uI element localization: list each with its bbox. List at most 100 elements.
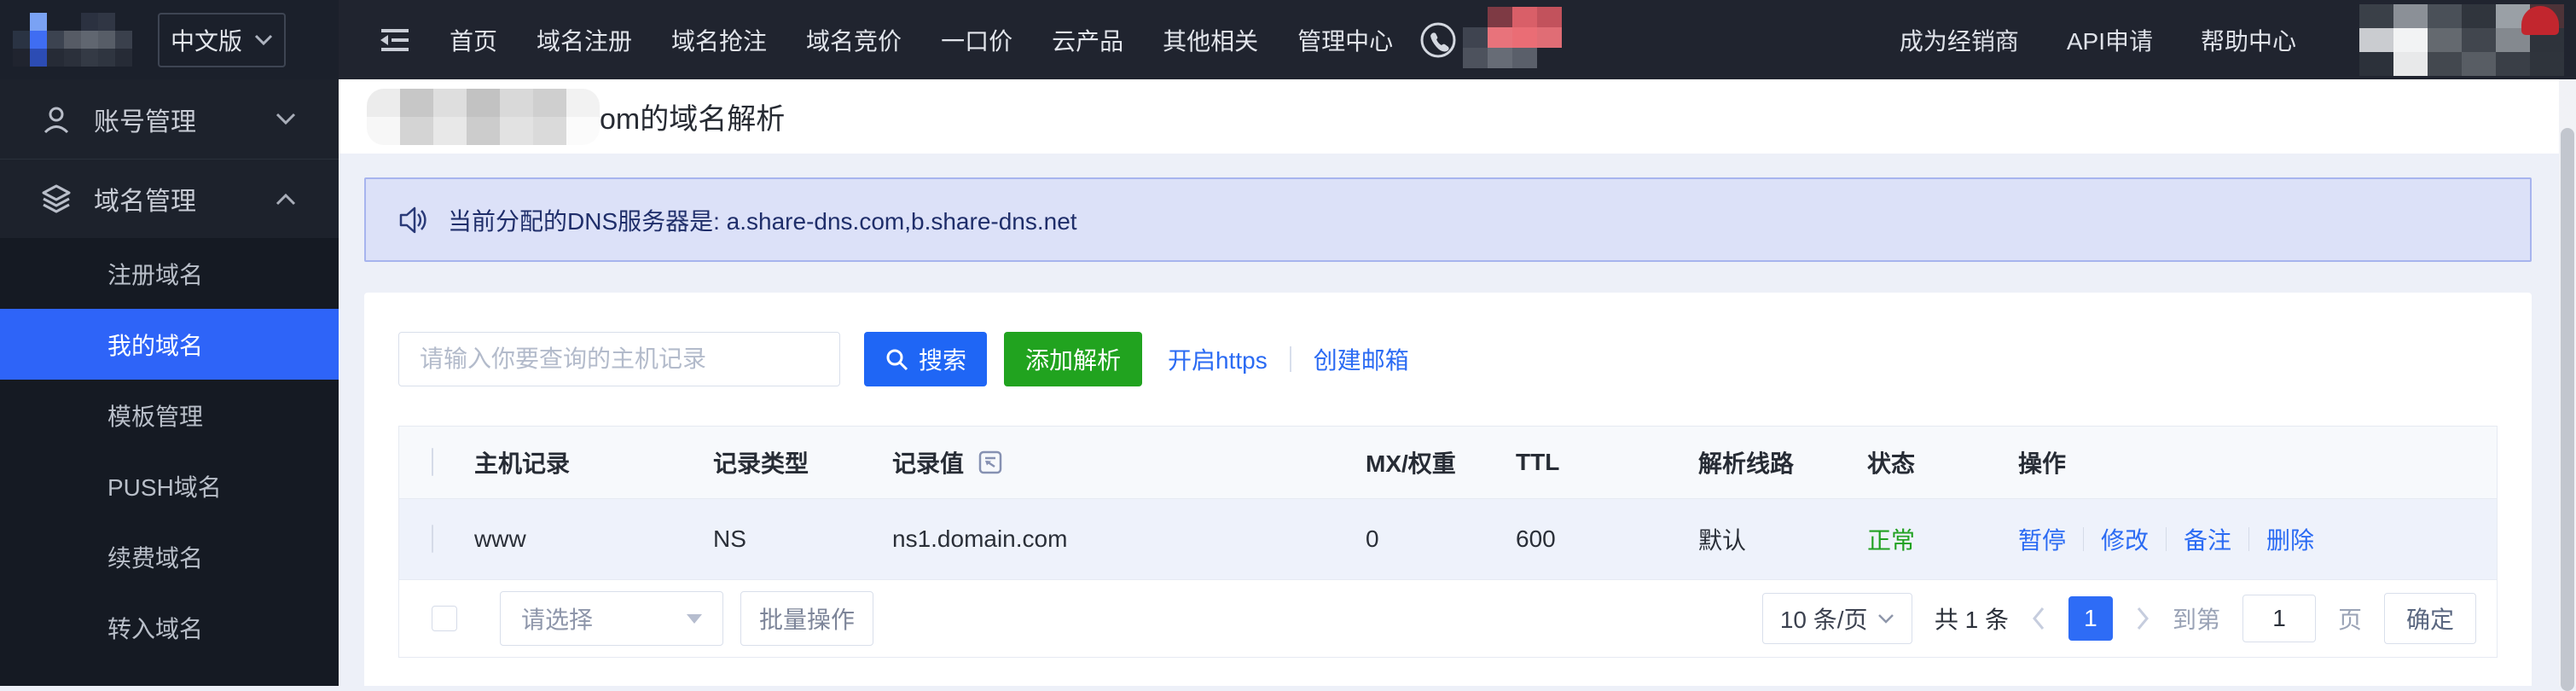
cell-host: www (474, 526, 526, 552)
sidebar-item-register-domain[interactable]: 注册域名 (0, 238, 339, 309)
language-switcher[interactable]: 中文版 (158, 12, 286, 67)
table-header-row: 主机记录 记录类型 记录值 MX/权重 TTL 解析线路 状态 操作 (399, 427, 2497, 499)
col-mx-weight: MX/权重 (1366, 450, 1456, 477)
edit-record-value-icon[interactable] (978, 450, 1003, 475)
menu-fold-icon[interactable] (378, 26, 412, 55)
cell-line: 默认 (1698, 527, 1747, 554)
nav-item-home[interactable]: 首页 (450, 23, 497, 57)
create-mailbox-link[interactable]: 创建邮箱 (1314, 342, 1409, 376)
scrollbar-thumb[interactable] (2561, 128, 2574, 691)
link-divider (1289, 346, 1291, 372)
total-count: 共 1 条 (1934, 607, 2009, 633)
domain-name-redacted (367, 88, 600, 145)
records-toolbar: 搜索 添加解析 开启https 创建邮箱 (398, 332, 2498, 386)
dns-banner-text: 当前分配的DNS服务器是: a.share-dns.com,b.share-dn… (448, 207, 1077, 235)
dns-info-banner: 当前分配的DNS服务器是: a.share-dns.com,b.share-dn… (364, 177, 2532, 262)
goto-prefix: 到第 (2172, 607, 2220, 633)
col-record-type: 记录类型 (713, 450, 809, 477)
row-checkbox[interactable] (432, 525, 433, 553)
nav-item-help-center[interactable]: 帮助中心 (2201, 23, 2296, 57)
table-row: www NS ns1.domain.com 0 600 默认 正常 暂停 修改 … (399, 499, 2497, 580)
next-page-icon[interactable] (2135, 606, 2150, 631)
logo-redacted (13, 13, 132, 67)
sidebar-item-my-domains[interactable]: 我的域名 (0, 309, 339, 380)
pause-record-link[interactable]: 暂停 (2018, 522, 2066, 556)
sidebar-group-domain[interactable]: 域名管理 (0, 159, 339, 238)
table-footer: 请选择 批量操作 10 条/页 共 1 条 1 到第 1 页 确定 (399, 580, 2497, 657)
caret-down-icon (687, 613, 702, 624)
nav-item-cloud-products[interactable]: 云产品 (1052, 23, 1123, 57)
user-icon (44, 107, 69, 133)
user-account-redacted[interactable] (2359, 3, 2564, 76)
sidebar-submenu: 注册域名 我的域名 模板管理 PUSH域名 续费域名 转入域名 外部入库 (0, 238, 339, 686)
add-record-button[interactable]: 添加解析 (1004, 332, 1142, 386)
main-area: om的域名解析 当前分配的DNS服务器是: a.share-dns.com,b.… (339, 79, 2576, 686)
brand-area: 中文版 (0, 0, 339, 79)
search-icon (886, 349, 908, 371)
nav-item-api-apply[interactable]: API申请 (2067, 23, 2153, 57)
sidebar-item-transfer-in[interactable]: 转入域名 (0, 592, 339, 663)
sidebar-group-label: 域名管理 (94, 188, 196, 216)
cell-ttl: 600 (1516, 526, 1556, 552)
delete-record-link[interactable]: 删除 (2266, 522, 2314, 556)
row-actions: 暂停 修改 备注 删除 (2018, 522, 2497, 556)
cell-type: NS (713, 526, 746, 552)
records-table: 主机记录 记录类型 记录值 MX/权重 TTL 解析线路 状态 操作 www N… (398, 426, 2498, 658)
service-phone (1419, 6, 1563, 68)
nav-item-other[interactable]: 其他相关 (1163, 23, 1258, 57)
prev-page-icon[interactable] (2031, 606, 2046, 631)
action-divider (2166, 527, 2167, 551)
pagination: 10 条/页 共 1 条 1 到第 页 确定 (1761, 593, 2476, 644)
nav-item-console[interactable]: 管理中心 (1297, 23, 1393, 57)
speaker-icon (399, 206, 426, 233)
nav-item-domain-auction[interactable]: 域名竞价 (806, 23, 902, 57)
title-bar: om的域名解析 (339, 79, 2576, 154)
sidebar-item-template-manage[interactable]: 模板管理 (0, 380, 339, 450)
layers-icon (42, 184, 71, 213)
goto-page-input[interactable] (2242, 595, 2316, 642)
confirm-button[interactable]: 确定 (2384, 593, 2476, 644)
action-divider (2083, 527, 2085, 551)
chevron-down-icon (1877, 613, 1894, 624)
phone-number-redacted (1463, 6, 1563, 68)
sidebar-item-push-domain[interactable]: PUSH域名 (0, 450, 339, 521)
col-ttl: TTL (1516, 449, 1560, 475)
enable-https-link[interactable]: 开启https (1168, 342, 1268, 376)
chevron-down-icon (276, 113, 296, 125)
status-badge: 正常 (1867, 527, 1916, 554)
nav-item-become-reseller[interactable]: 成为经销商 (1900, 23, 2019, 57)
remark-record-link[interactable]: 备注 (2184, 522, 2231, 556)
chevron-down-icon (254, 34, 273, 45)
cell-value: ns1.domain.com (892, 526, 1068, 552)
sidebar-item-renew-domain[interactable]: 续费域名 (0, 521, 339, 592)
page-size-select[interactable]: 10 条/页 (1761, 593, 1912, 644)
top-navbar: 中文版 首页 域名注册 域名抢注 域名竞价 一口价 云产品 其他相关 管理中心 … (0, 0, 2576, 79)
page-title: om的域名解析 (367, 88, 785, 145)
language-label: 中文版 (170, 27, 242, 55)
search-button[interactable]: 搜索 (864, 332, 987, 386)
host-record-search-input[interactable] (398, 332, 840, 386)
cell-mx: 0 (1366, 526, 1379, 552)
batch-action-select[interactable]: 请选择 (500, 591, 723, 646)
main-nav: 首页 域名注册 域名抢注 域名竞价 一口价 云产品 其他相关 管理中心 (450, 23, 1393, 57)
modify-record-link[interactable]: 修改 (2101, 522, 2149, 556)
select-all-checkbox[interactable] (432, 448, 433, 476)
col-actions: 操作 (2018, 450, 2067, 477)
sidebar-item-external-import[interactable]: 外部入库 (0, 663, 339, 686)
sidebar-group-label: 账号管理 (94, 107, 196, 136)
content: 当前分配的DNS服务器是: a.share-dns.com,b.share-dn… (339, 154, 2576, 686)
batch-select-placeholder: 请选择 (521, 607, 594, 633)
vertical-scrollbar (2559, 79, 2576, 691)
nav-item-domain-backorder[interactable]: 域名抢注 (671, 23, 767, 57)
current-page-button[interactable]: 1 (2068, 596, 2113, 641)
nav-item-buy-now[interactable]: 一口价 (941, 23, 1012, 57)
page-size-value: 10 条/页 (1779, 607, 1868, 633)
action-divider (2248, 527, 2250, 551)
sidebar: 账号管理 域名管理 注册域名 我的域名 模板管理 PUSH域名 续费域名 转入域… (0, 79, 339, 686)
footer-select-all-checkbox[interactable] (432, 606, 457, 631)
sidebar-group-account[interactable]: 账号管理 (0, 79, 339, 159)
navbar-right: 成为经销商 API申请 帮助中心 (1900, 3, 2576, 76)
nav-item-domain-register[interactable]: 域名注册 (537, 23, 632, 57)
batch-operate-button[interactable]: 批量操作 (740, 591, 873, 646)
col-line: 解析线路 (1698, 450, 1795, 477)
